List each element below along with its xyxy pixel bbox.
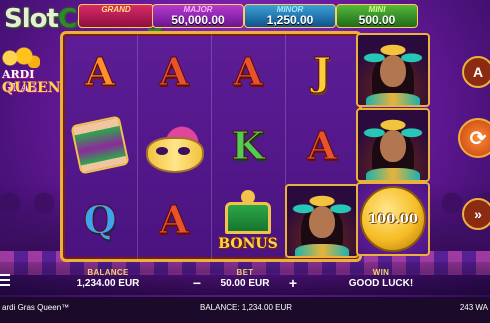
reel-grid: A Q A A A K BONUS J A — [60, 31, 362, 262]
game-logo: ARDI GRAS QUEEN — [0, 46, 62, 104]
symbol-a-text: A — [159, 48, 190, 94]
footer-bar: ardi Gras Queen™ BALANCE: 1,234.00 EUR 2… — [0, 297, 490, 323]
symbol-q: Q — [63, 182, 137, 256]
autoplay-button[interactable]: A — [462, 56, 490, 88]
watermark-part1: Slot — [4, 4, 59, 34]
gold-coins-icon — [0, 46, 40, 68]
coin-icon: 100.00 — [360, 186, 426, 252]
autoplay-icon: A — [472, 64, 484, 80]
jackpot-major: MAJOR 50,000.00 — [152, 4, 244, 28]
jackpot-mini-value: 500.00 — [358, 13, 396, 27]
win-value: GOOD LUCK! — [348, 278, 414, 289]
jackpot-grand: GRAND — [78, 4, 154, 28]
bet-display: BET 50.00 EUR — [200, 268, 290, 289]
footer-game-name: ardi Gras Queen™ — [2, 303, 70, 312]
symbol-a-text: A — [307, 122, 338, 168]
symbol-queen — [356, 108, 430, 182]
balance-value: 1,234.00 EUR — [76, 278, 140, 289]
win-display: WIN GOOD LUCK! — [336, 268, 426, 289]
symbol-queen — [285, 184, 359, 258]
bonus-label: BONUS — [218, 236, 278, 252]
symbol-a: A — [137, 34, 211, 108]
turbo-button[interactable]: » — [462, 198, 490, 230]
symbol-mask — [137, 108, 211, 182]
symbol-a-text: A — [159, 196, 190, 242]
symbol-a-text: A — [233, 48, 264, 94]
jackpot-minor: MINOR 1,250.00 — [244, 4, 336, 28]
symbol-bonus-crown: BONUS — [211, 182, 285, 256]
symbol-q-text: Q — [83, 196, 117, 242]
mask-icon — [146, 137, 204, 173]
jackpot-mini: MINI 500.00 — [336, 4, 418, 28]
symbol-j: J — [285, 34, 359, 108]
balance-label: BALANCE — [87, 268, 129, 277]
symbol-a: A — [137, 182, 211, 256]
spin-button[interactable]: ⟳ — [458, 118, 490, 158]
footer-balance: BALANCE: 1,234.00 EUR — [200, 303, 293, 312]
symbol-drum — [63, 108, 137, 182]
symbol-j-text: J — [313, 48, 332, 94]
symbol-k-text: K — [231, 122, 265, 168]
crown-icon — [221, 190, 275, 234]
win-label: WIN — [372, 268, 390, 277]
balance-display: BALANCE 1,234.00 EUR — [68, 268, 148, 289]
game-logo-line2: QUEEN — [2, 80, 61, 96]
menu-button[interactable] — [0, 271, 10, 286]
jackpot-minor-value: 1,250.00 — [266, 13, 314, 27]
jackpot-major-value: 50,000.00 — [171, 13, 225, 27]
symbol-coin: 100.00 — [356, 182, 430, 256]
symbol-a-text: A — [85, 48, 116, 94]
symbol-a: A — [63, 34, 137, 108]
turbo-icon: » — [474, 206, 482, 222]
symbol-a: A — [285, 108, 359, 182]
symbol-queen — [356, 33, 430, 107]
symbol-k: K — [211, 108, 285, 182]
bet-increase-button[interactable]: + — [286, 276, 300, 290]
bet-value: 50.00 EUR — [220, 278, 270, 289]
symbol-a: A — [211, 34, 285, 108]
coin-value: 100.00 — [368, 211, 418, 227]
spin-icon: ⟳ — [469, 127, 487, 150]
bet-label: BET — [236, 268, 254, 277]
jackpot-grand-label: GRAND — [101, 5, 131, 14]
drum-icon — [70, 115, 130, 175]
footer-ways: 243 WA — [459, 303, 488, 312]
